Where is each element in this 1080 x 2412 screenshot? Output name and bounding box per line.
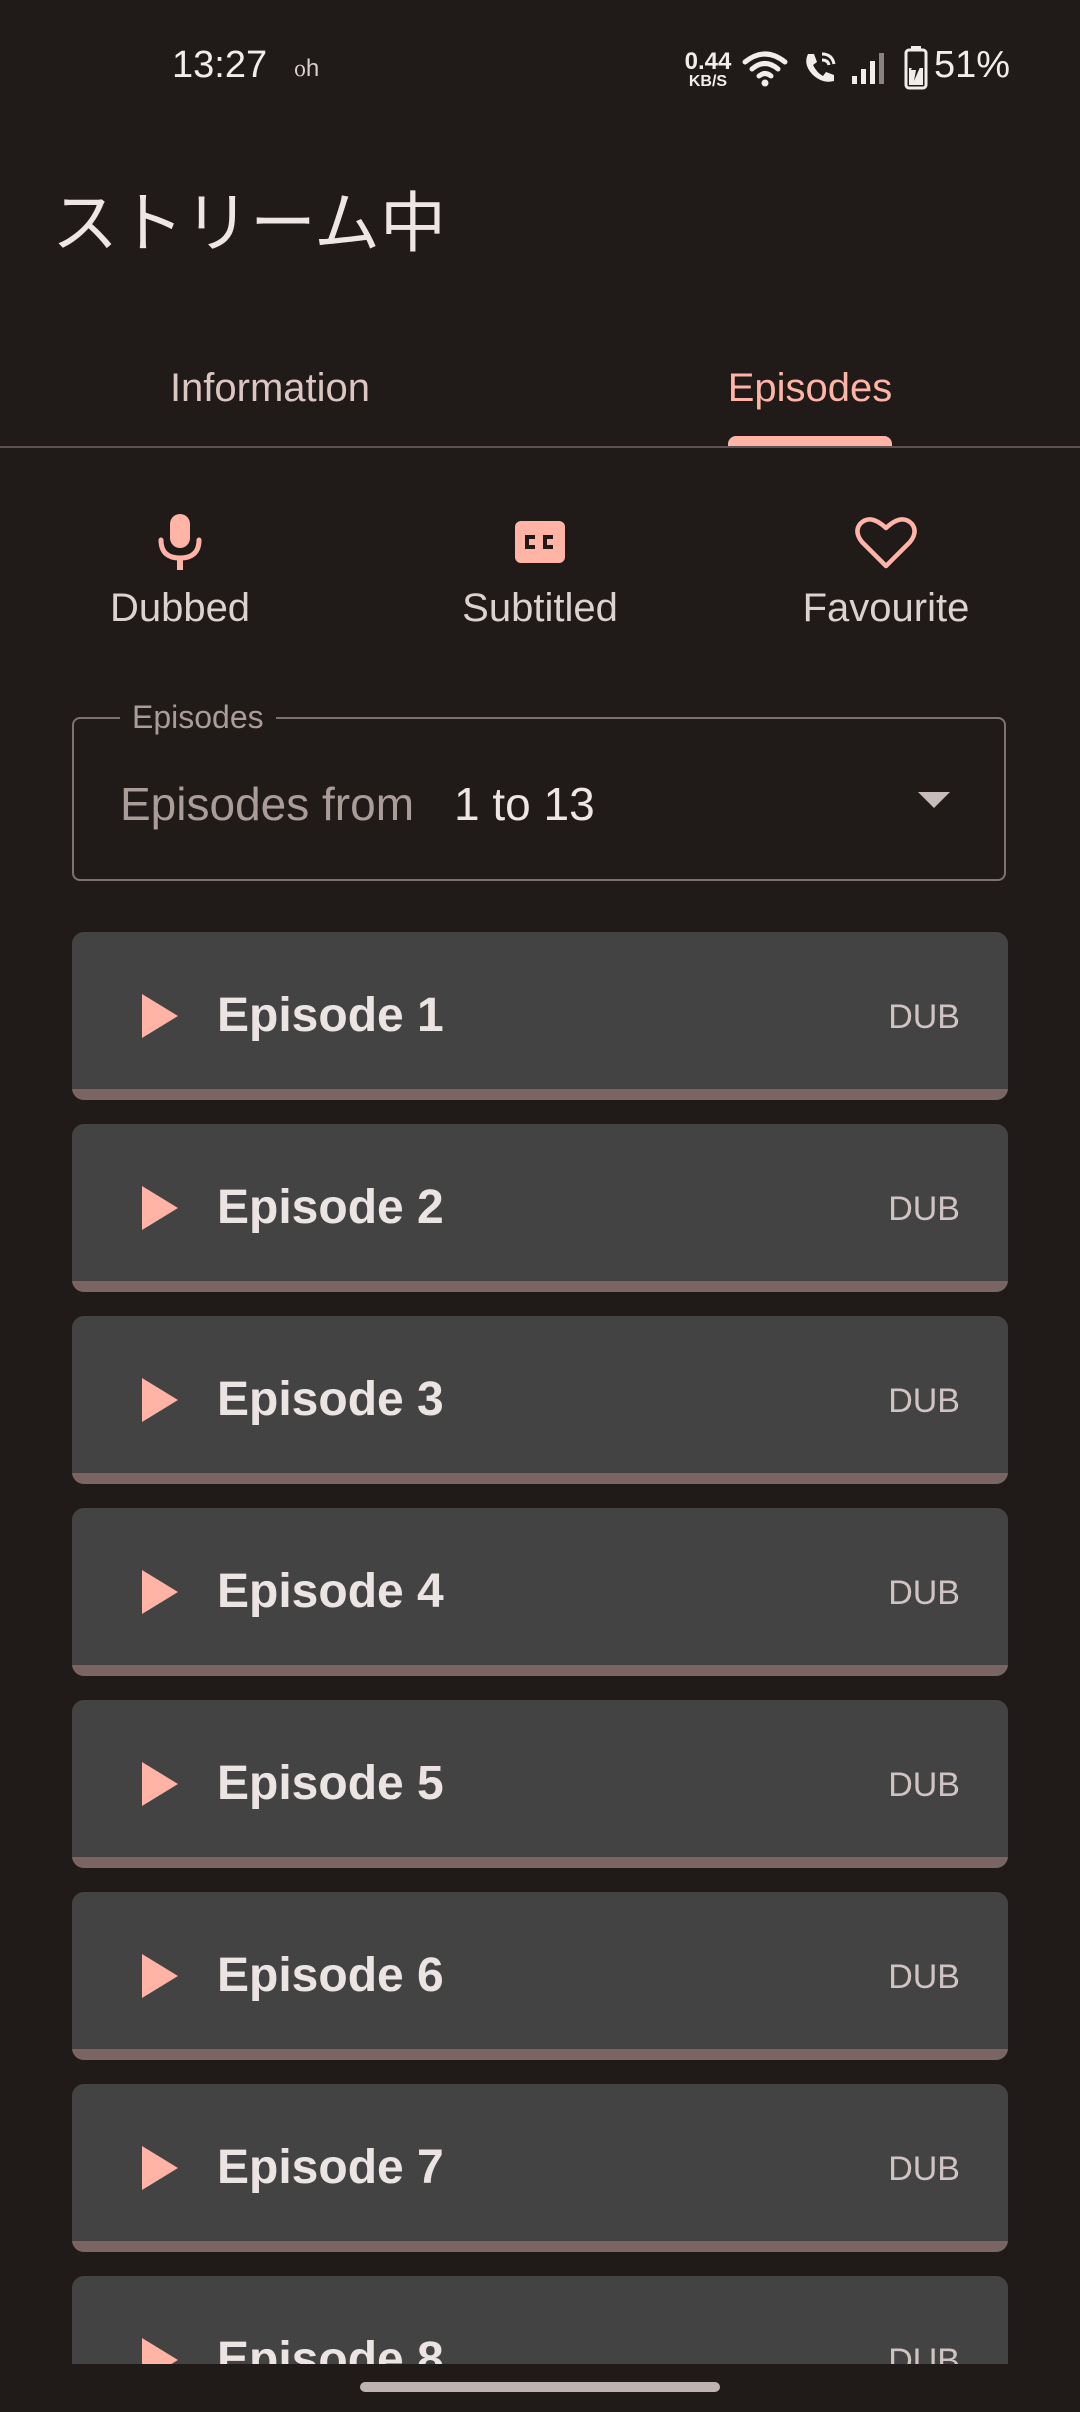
episode-title: Episode 7 [217,2141,444,2194]
episode-progress-bar [72,1281,1008,1292]
status-bar: 13:27 ᦞh 0.44 KB/S 51% [0,0,1080,140]
episode-progress-bar [72,1665,1008,1676]
episode-item[interactable]: Episode 1 DUB [72,932,1008,1100]
episode-item[interactable]: Episode 2 DUB [72,1124,1008,1292]
dubbed-filter-button[interactable]: Dubbed [50,510,310,640]
episode-title: Episode 4 [217,1565,444,1618]
tab-selected-indicator [728,436,892,446]
episode-item[interactable]: Episode 6 DUB [72,1892,1008,2060]
dub-badge: DUB [888,1958,960,1996]
dubbed-label: Dubbed [109,586,251,630]
play-icon [142,994,178,1038]
status-indicator: ᦞh [294,55,320,82]
play-icon [142,1378,178,1422]
closed-captions-icon [410,510,670,574]
network-speed: 0.44 KB/S [682,50,734,90]
dub-badge: DUB [888,2150,960,2188]
episode-progress-bar [72,2241,1008,2252]
episode-range-dropdown[interactable]: Episodes Episodes from 1 to 13 [72,699,1006,881]
favourite-button[interactable]: Favourite [756,510,1016,640]
dropdown-label: Episodes [120,699,276,736]
episode-item[interactable]: Episode 4 DUB [72,1508,1008,1676]
tab-episodes[interactable]: Episodes [540,330,1080,446]
tab-bar: Information Episodes [0,330,1080,448]
wifi-icon [742,48,788,93]
dub-badge: DUB [888,1382,960,1420]
microphone-icon [50,510,310,574]
episode-item[interactable]: Episode 8 DUB [72,2276,1008,2364]
dub-badge: DUB [888,1190,960,1228]
episode-list[interactable]: Episode 1 DUB Episode 2 DUB Episode 3 DU… [72,932,1008,2364]
page-title: ストリーム中 [52,185,447,262]
tab-information[interactable]: Information [0,330,540,446]
episode-item[interactable]: Episode 7 DUB [72,2084,1008,2252]
play-icon [142,2146,178,2190]
dropdown-prefix: Episodes from [120,778,415,830]
battery-charging-icon [904,46,928,95]
subtitled-label: Subtitled [462,586,618,630]
episode-progress-bar [72,1473,1008,1484]
play-icon [142,1954,178,1998]
dub-badge: DUB [888,998,960,1036]
play-icon [142,2338,178,2364]
dropdown-arrow-icon [918,792,950,808]
network-speed-unit: KB/S [688,73,728,90]
status-time: 13:27 [172,44,268,86]
play-icon [142,1570,178,1614]
favourite-label: Favourite [802,586,970,630]
episode-title: Episode 6 [217,1949,444,2002]
heart-outline-icon [756,510,1016,574]
episode-title: Episode 3 [217,1373,444,1426]
battery-percent: 51% [934,44,1011,86]
play-icon [142,1762,178,1806]
gesture-nav-handle[interactable] [360,2382,720,2392]
episode-title: Episode 2 [217,1181,444,1234]
dub-badge: DUB [888,1574,960,1612]
network-speed-value: 0.44 [684,48,732,75]
play-icon [142,1186,178,1230]
subtitled-filter-button[interactable]: Subtitled [410,510,670,640]
wifi-calling-icon [800,48,840,93]
episode-progress-bar [72,1857,1008,1868]
dub-badge: DUB [888,1766,960,1804]
signal-icon [850,48,886,93]
dropdown-value: 1 to 13 [454,778,595,830]
episode-title: Episode 5 [217,1757,444,1810]
dub-badge: DUB [888,2342,960,2364]
episode-title: Episode 1 [217,989,444,1042]
episode-item[interactable]: Episode 5 DUB [72,1700,1008,1868]
episode-progress-bar [72,2049,1008,2060]
episode-item[interactable]: Episode 3 DUB [72,1316,1008,1484]
episode-progress-bar [72,1089,1008,1100]
episode-title: Episode 8 [217,2333,444,2364]
